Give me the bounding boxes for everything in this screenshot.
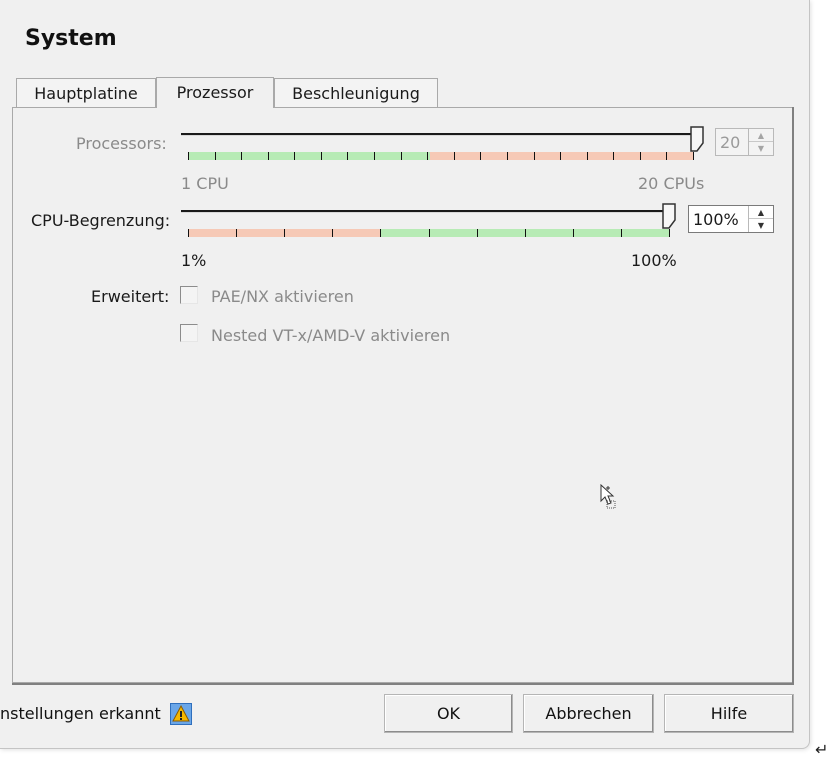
pae-nx-label: PAE/NX aktivieren [211,287,354,306]
cpu-limit-tick [236,229,237,237]
extended-label: Erweitert: [91,287,170,306]
processors-slider-thumb[interactable] [690,126,706,152]
processors-tick [560,152,561,160]
mouse-pointer-icon [600,484,616,509]
ok-button[interactable]: OK [384,694,513,733]
processors-tick [374,152,375,160]
cpu-limit-tick [477,229,478,237]
processors-slider-track [181,133,693,136]
processors-tick [693,152,694,160]
processors-tick [507,152,508,160]
page-title: System [25,26,117,51]
processors-tick [188,152,189,160]
cpu-limit-tick [621,229,622,237]
processors-tick [587,152,588,160]
processors-tick [215,152,216,160]
return-arrow-icon: ↵ [815,740,829,759]
processors-tick [480,152,481,160]
cpu-limit-tick [188,229,189,237]
cpu-limit-tick [573,229,574,237]
panel-shadow-right [792,107,794,685]
cpu-limit-tick [429,229,430,237]
processors-tick [321,152,322,160]
cpu-limit-min-label: 1% [181,251,207,270]
processors-max-label: 20 CPUs [638,174,705,193]
warning-icon[interactable] [170,703,192,725]
processors-tick [347,152,348,160]
tab-panel-prozessor [12,107,793,683]
processors-tick [268,152,269,160]
processors-decrement-button[interactable]: ▼ [749,142,773,155]
settings-window: System Hauptplatine Prozessor Beschleuni… [0,0,810,749]
help-button[interactable]: Hilfe [664,694,794,733]
processors-label: Processors: [76,134,167,153]
processors-value: 20 [720,133,741,152]
cpu-limit-spinbox[interactable]: 100% ▲ ▼ [688,205,774,233]
processors-tick [613,152,614,160]
cpu-limit-decrement-button[interactable]: ▼ [749,219,773,232]
processors-zone-safe [188,152,430,160]
processors-tick [241,152,242,160]
processors-tick [640,152,641,160]
cpu-limit-label: CPU-Begrenzung: [31,211,171,230]
processors-min-label: 1 CPU [181,174,229,193]
processors-tick [534,152,535,160]
cpu-limit-increment-button[interactable]: ▲ [749,206,773,219]
cpu-limit-max-label: 100% [631,251,677,270]
processors-zone-overcommit [430,152,694,160]
processors-tick [427,152,428,160]
processors-tick [294,152,295,160]
cpu-limit-slider-track [181,210,669,213]
processors-spinbox[interactable]: 20 ▲ ▼ [715,128,774,156]
cpu-limit-tick [669,229,670,237]
cpu-limit-tick [284,229,285,237]
processors-tick [401,152,402,160]
cpu-limit-tick [332,229,333,237]
tab-prozessor[interactable]: Prozessor [156,77,274,108]
processors-tick [454,152,455,160]
settings-warning-text: nstellungen erkannt [0,704,161,723]
cancel-button[interactable]: Abbrechen [523,694,654,733]
tab-beschleunigung[interactable]: Beschleunigung [274,78,438,108]
cpu-limit-tick [380,229,381,237]
nested-vtx-checkbox[interactable] [180,324,198,342]
tab-hauptplatine[interactable]: Hauptplatine [16,78,156,108]
panel-shadow-bottom [12,683,794,685]
pae-nx-checkbox[interactable] [180,286,198,304]
processors-spin-buttons: ▲ ▼ [748,129,773,155]
cpu-limit-value: 100% [693,210,739,229]
processors-tick [666,152,667,160]
processors-increment-button[interactable]: ▲ [749,129,773,142]
cpu-limit-spin-buttons: ▲ ▼ [748,206,773,232]
cpu-limit-tick [525,229,526,237]
nested-vtx-label: Nested VT-x/AMD-V aktivieren [211,326,451,345]
cpu-limit-slider-thumb[interactable] [662,203,678,229]
